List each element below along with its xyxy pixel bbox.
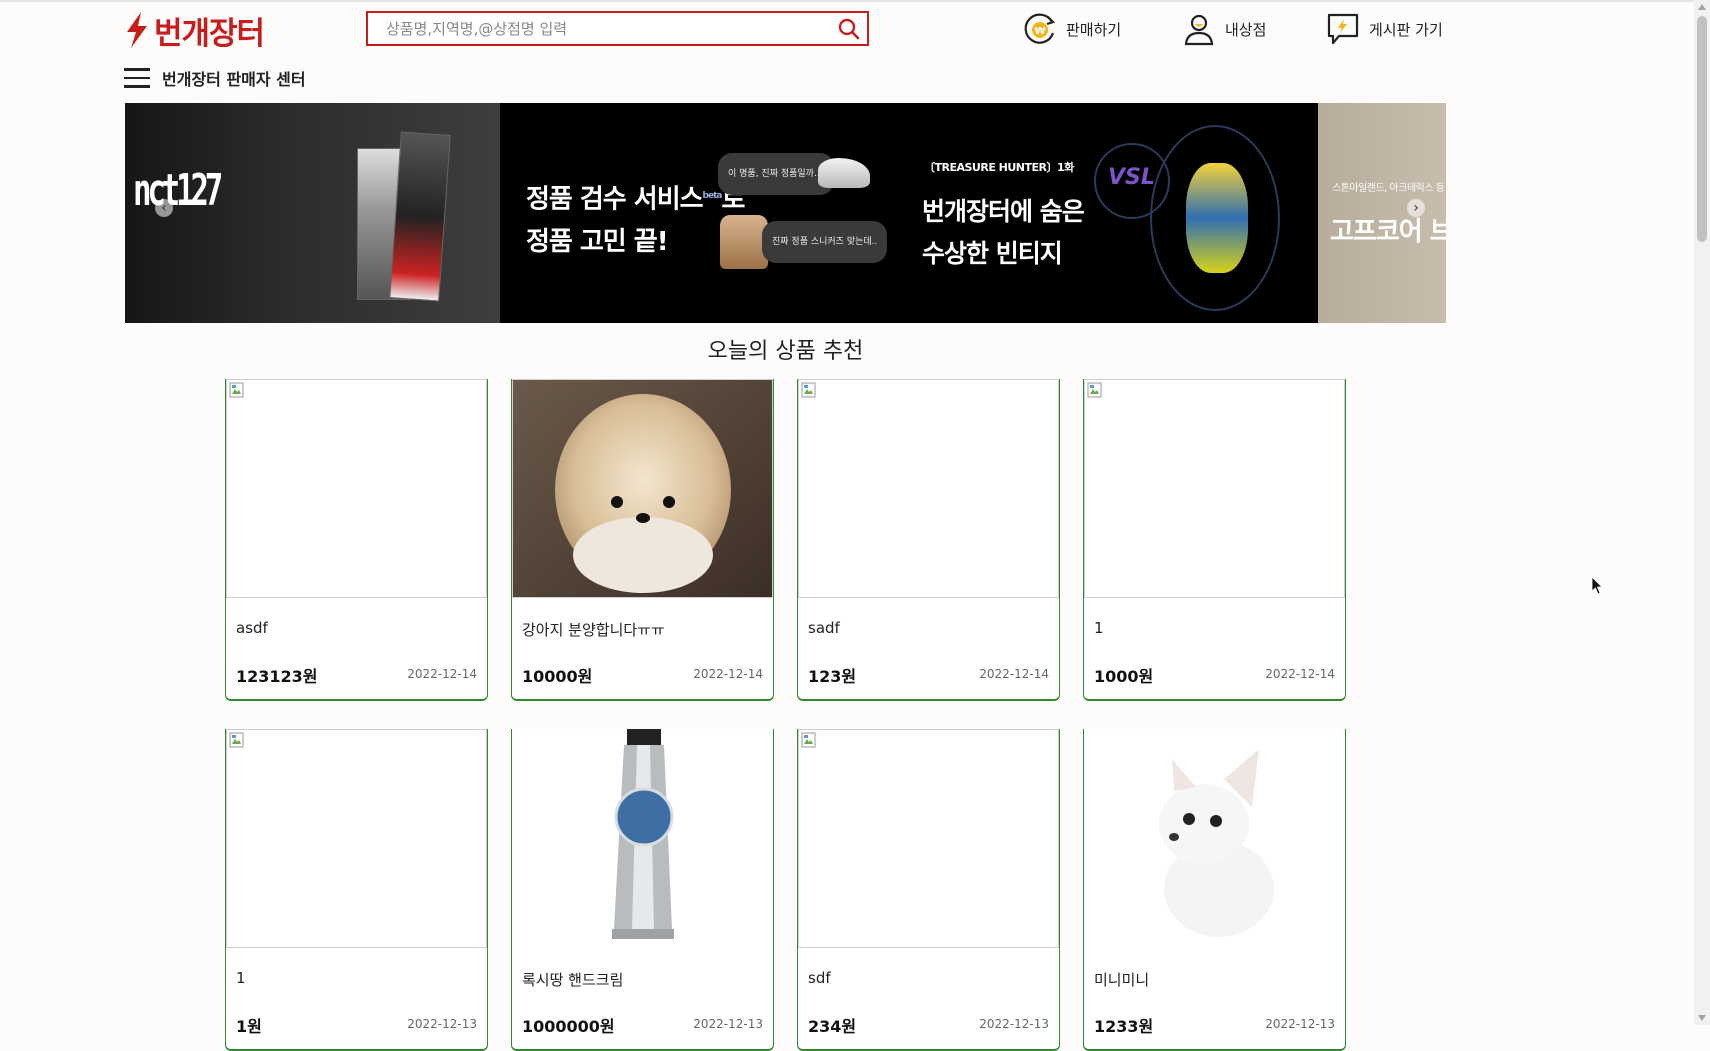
product-name: 록시땅 핸드크림 bbox=[522, 971, 624, 989]
product-card[interactable]: sadf 123원 2022-12-14 bbox=[797, 379, 1060, 701]
hat-image bbox=[1186, 163, 1248, 273]
svg-text:₩: ₩ bbox=[1034, 26, 1045, 37]
banner-slide-gorpcore[interactable]: 스톤아일랜드, 아크테릭스 등 고프코어 브랜드 bbox=[1318, 103, 1446, 323]
search-box bbox=[366, 11, 869, 46]
nct-logo: nct127 bbox=[133, 165, 223, 216]
seller-center-bar: 번개장터 판매자 센터 bbox=[124, 66, 306, 90]
product-date: 2022-12-14 bbox=[693, 667, 763, 681]
product-price: 1000원 bbox=[1094, 667, 1154, 686]
sneaker-image bbox=[818, 158, 870, 188]
banner-headline: 정품 검수 서비스beta로 정품 고민 끝! bbox=[526, 184, 745, 257]
product-card[interactable]: sdf 234원 2022-12-13 bbox=[797, 729, 1060, 1051]
product-date: 2022-12-13 bbox=[1265, 1017, 1335, 1031]
speech-bubble: 진짜 정품 스니커즈 맞는데.. bbox=[762, 221, 888, 263]
product-price: 10000원 bbox=[522, 667, 593, 686]
product-date: 2022-12-13 bbox=[407, 1017, 477, 1031]
product-name: 1 bbox=[236, 969, 246, 987]
hand-cream-photo bbox=[512, 729, 773, 948]
product-image[interactable] bbox=[1084, 729, 1345, 948]
speech-bubble: 이 명품, 진짜 정품일까..? bbox=[718, 153, 835, 195]
search-input[interactable] bbox=[368, 13, 826, 44]
product-image[interactable] bbox=[798, 379, 1059, 598]
product-name: sdf bbox=[808, 969, 831, 987]
carousel-prev-icon[interactable]: ‹ bbox=[155, 199, 173, 217]
broken-image-icon bbox=[801, 382, 816, 398]
product-date: 2022-12-14 bbox=[407, 667, 477, 681]
product-card[interactable]: 1 1원 2022-12-13 bbox=[225, 729, 488, 1051]
hamburger-menu-icon[interactable] bbox=[124, 68, 150, 88]
product-date: 2022-12-13 bbox=[979, 1017, 1049, 1031]
product-image[interactable] bbox=[798, 729, 1059, 948]
board-button[interactable]: 게시판 가기 bbox=[1325, 10, 1443, 48]
search-icon[interactable] bbox=[837, 17, 861, 41]
mouse-cursor-icon bbox=[1592, 577, 1603, 595]
banner-slide-treasure[interactable]: 〔TREASURE HUNTER〕1화 번개장터에 숨은 수상한 빈티지 VSL bbox=[896, 103, 1318, 323]
sell-label: 판매하기 bbox=[1066, 20, 1122, 39]
carousel-next-icon[interactable]: › bbox=[1407, 199, 1425, 217]
section-title: 오늘의 상품 추천 bbox=[707, 339, 864, 364]
banner-slide-authentication[interactable]: 정품 검수 서비스beta로 정품 고민 끝! 이 명품, 진짜 정품일까..?… bbox=[500, 103, 896, 323]
broken-image-icon bbox=[229, 382, 244, 398]
product-card[interactable]: 록시땅 핸드크림 1000000원 2022-12-13 bbox=[511, 729, 774, 1051]
product-date: 2022-12-14 bbox=[1265, 667, 1335, 681]
seller-center-link[interactable]: 번개장터 판매자 센터 bbox=[162, 66, 306, 90]
product-image[interactable] bbox=[226, 729, 487, 948]
board-chat-icon bbox=[1327, 13, 1359, 45]
top-border bbox=[0, 0, 1710, 2]
product-price: 123원 bbox=[808, 667, 857, 686]
my-store-button[interactable]: 내상점 bbox=[1181, 10, 1266, 48]
banner-carousel[interactable]: nct127 정품 검수 서비스beta로 정품 고민 끝! 이 명품, 진짜 … bbox=[125, 103, 1446, 323]
product-image[interactable] bbox=[226, 379, 487, 598]
sell-button[interactable]: ₩ 판매하기 bbox=[1022, 10, 1121, 48]
product-date: 2022-12-14 bbox=[979, 667, 1049, 681]
broken-image-icon bbox=[801, 732, 816, 748]
product-price: 1원 bbox=[236, 1017, 262, 1036]
product-price: 1233원 bbox=[1094, 1017, 1154, 1036]
board-label: 게시판 가기 bbox=[1369, 20, 1443, 39]
broken-image-icon bbox=[1087, 382, 1102, 398]
won-sell-icon: ₩ bbox=[1024, 13, 1056, 44]
product-date: 2022-12-13 bbox=[693, 1017, 763, 1031]
product-card[interactable]: 미니미니 1233원 2022-12-13 bbox=[1083, 729, 1346, 1051]
logo[interactable]: 번개장터 bbox=[124, 10, 265, 52]
broken-image-icon bbox=[229, 732, 244, 748]
lightning-icon bbox=[127, 12, 147, 48]
banner-subtitle: 스톤아일랜드, 아크테릭스 등 bbox=[1332, 183, 1445, 194]
product-name: 미니미니 bbox=[1094, 971, 1150, 989]
my-store-label: 내상점 bbox=[1225, 20, 1267, 39]
product-card[interactable]: asdf 123123원 2022-12-14 bbox=[225, 379, 488, 701]
banner-headline: 고프코어 브랜드 bbox=[1330, 217, 1446, 247]
product-name: asdf bbox=[236, 619, 268, 637]
product-name: sadf bbox=[808, 619, 840, 637]
scrollbar[interactable] bbox=[1694, 0, 1710, 1025]
user-icon bbox=[1184, 14, 1214, 46]
product-card[interactable]: 강아지 분양합니다ㅠㅠ 10000원 2022-12-14 bbox=[511, 379, 774, 701]
logo-text: 번개장터 bbox=[154, 15, 265, 52]
album-image bbox=[389, 131, 451, 302]
scroll-down-icon[interactable] bbox=[1698, 1015, 1706, 1021]
banner-subtitle: 〔TREASURE HUNTER〕1화 bbox=[924, 161, 1074, 174]
product-image[interactable] bbox=[512, 379, 773, 598]
scroll-up-icon[interactable] bbox=[1698, 4, 1706, 10]
product-image[interactable] bbox=[512, 729, 773, 948]
pomeranian-photo bbox=[513, 380, 772, 597]
product-price: 234원 bbox=[808, 1017, 857, 1036]
banner-headline: 번개장터에 숨은 수상한 빈티지 bbox=[922, 197, 1085, 268]
product-price: 1000000원 bbox=[522, 1017, 615, 1036]
vsl-logo: VSL bbox=[1108, 165, 1155, 190]
product-name: 강아지 분양합니다ㅠㅠ bbox=[522, 621, 665, 639]
banner-slide-nct[interactable]: nct127 bbox=[125, 103, 500, 323]
bag-image bbox=[720, 215, 768, 269]
chihuahua-photo bbox=[1084, 729, 1345, 948]
product-image[interactable] bbox=[1084, 379, 1345, 598]
product-card[interactable]: 1 1000원 2022-12-14 bbox=[1083, 379, 1346, 701]
product-name: 1 bbox=[1094, 619, 1104, 637]
product-price: 123123원 bbox=[236, 667, 318, 686]
scrollbar-thumb[interactable] bbox=[1697, 16, 1707, 242]
